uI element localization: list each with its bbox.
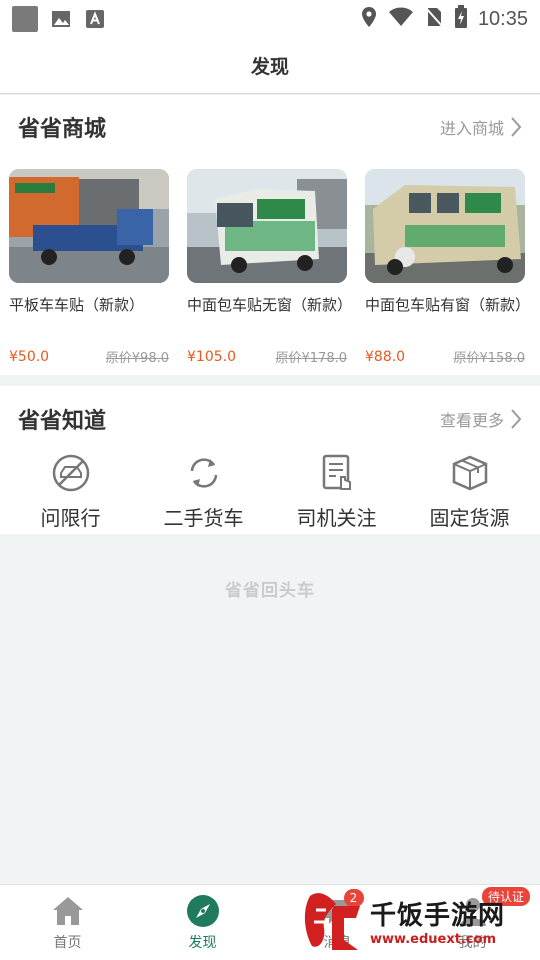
- view-more-label: 查看更多: [439, 411, 504, 430]
- tool-label: 固定货源: [429, 506, 510, 530]
- watermark-logo-icon: [304, 893, 360, 950]
- knowledge-header: 省省知道 查看更多: [0, 386, 540, 452]
- product-original-price: 原价¥98.0: [105, 351, 169, 366]
- price-row: ¥88.0 原价¥158.0: [365, 347, 526, 367]
- product-name: 中面包车贴有窗（新款）: [365, 296, 531, 314]
- tool-grid: 问限行 二手货车 司机关注 固定货源: [0, 452, 540, 531]
- nav-label: 首页: [53, 934, 82, 951]
- enter-mall-link[interactable]: 进入商城: [440, 115, 522, 139]
- tool-used-truck[interactable]: 二手货车: [144, 452, 264, 531]
- price-row: ¥105.0 原价¥178.0: [187, 347, 348, 367]
- view-more-link[interactable]: 查看更多: [440, 407, 522, 431]
- product-original-price: 原价¥178.0: [275, 351, 348, 366]
- product-price: ¥50.0: [9, 348, 50, 365]
- tool-fixed-cargo[interactable]: 固定货源: [410, 452, 530, 531]
- mall-title: 省省商城: [18, 117, 107, 142]
- product-price: ¥105.0: [187, 348, 236, 365]
- product-name: 平板车车贴（新款）: [9, 296, 145, 314]
- product-card[interactable]: 平板车车贴（新款） ¥50.0 原价¥98.0: [9, 169, 169, 366]
- tool-restriction[interactable]: 问限行: [11, 452, 131, 531]
- product-card[interactable]: 中面包车贴无窗（新款） ¥105.0 原价¥178.0: [187, 169, 353, 367]
- content-area: 省省回头车: [0, 534, 540, 884]
- price-row: ¥50.0 原价¥98.0: [9, 347, 169, 367]
- knowledge-section: 省省知道 查看更多 问限行 二手货车 司机关注 固定货源: [0, 386, 540, 534]
- watermark-text: 千饭手游网 www.eduext.com: [370, 895, 505, 947]
- product-name: 中面包车贴无窗（新款）: [187, 296, 353, 314]
- location-icon: [360, 6, 378, 32]
- mall-section: 省省商城 进入商城 平板车车贴（新款） ¥50.0 原价¥98.0 中面包车贴无…: [0, 95, 540, 375]
- document-touch-icon: [316, 452, 358, 494]
- home-icon: [51, 894, 85, 928]
- tool-label: 问限行: [40, 506, 101, 530]
- page-title: 发现: [250, 56, 289, 78]
- brand-watermark: 省省回头车: [225, 581, 315, 601]
- nav-discover[interactable]: 发现: [135, 885, 270, 960]
- tool-driver-follow[interactable]: 司机关注: [277, 452, 397, 531]
- chevron-right-icon: [511, 117, 522, 137]
- product-image-flatbed: [9, 169, 169, 283]
- nav-home[interactable]: 首页: [0, 885, 135, 960]
- status-bar: 10:35: [0, 0, 540, 38]
- tool-label: 司机关注: [296, 506, 377, 530]
- battery-icon: [454, 5, 468, 33]
- product-list: 平板车车贴（新款） ¥50.0 原价¥98.0 中面包车贴无窗（新款） ¥105…: [0, 159, 540, 366]
- product-image-van-no-window: [187, 169, 347, 283]
- product-card[interactable]: 中面包车贴有窗（新款） ¥88.0 原价¥158.0: [365, 169, 531, 367]
- recycle-icon: [183, 452, 225, 494]
- chevron-right-icon: [511, 409, 522, 429]
- product-original-price: 原价¥158.0: [453, 351, 526, 366]
- no-sim-icon: [424, 6, 444, 32]
- no-car-icon: [50, 452, 92, 494]
- enter-mall-label: 进入商城: [439, 119, 504, 138]
- nav-label: 发现: [188, 934, 217, 951]
- watermark-url: www.eduext.com: [370, 932, 497, 947]
- compass-icon: [186, 894, 220, 928]
- knowledge-title: 省省知道: [18, 409, 107, 434]
- page-header: 发现: [0, 38, 540, 94]
- product-image-van-with-window: [365, 169, 525, 283]
- box-icon: [449, 452, 491, 494]
- wifi-icon: [388, 6, 414, 32]
- product-price: ¥88.0: [365, 348, 406, 365]
- watermark-name: 千饭手游网: [370, 901, 506, 931]
- tool-label: 二手货车: [163, 506, 244, 530]
- clock: 10:35: [477, 7, 528, 30]
- site-watermark: 千饭手游网 www.eduext.com: [300, 888, 540, 954]
- mall-header: 省省商城 进入商城: [0, 95, 540, 159]
- notification-square-icon: [12, 6, 38, 32]
- image-icon: [50, 8, 72, 30]
- font-a-icon: [84, 8, 106, 30]
